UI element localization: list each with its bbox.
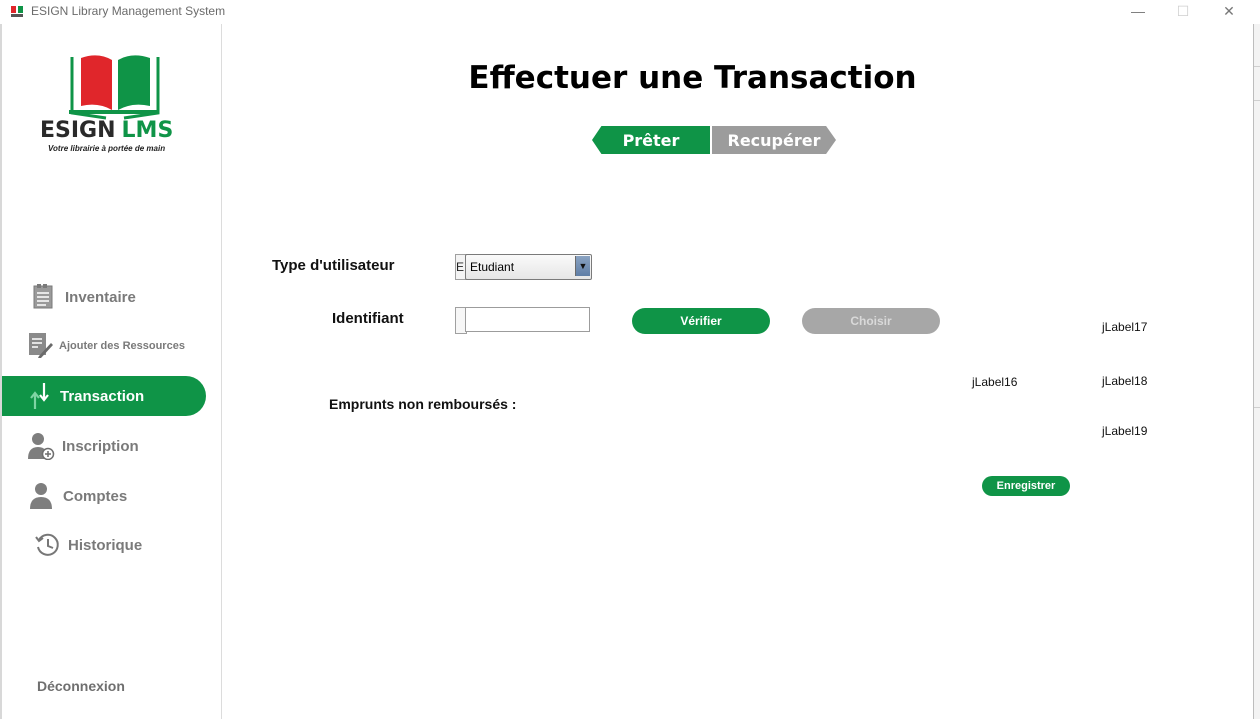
logo-brand-esign: ESIGN (40, 118, 116, 143)
add-user-icon (28, 433, 55, 460)
transfer-arrows-icon (30, 383, 49, 409)
tab-preter[interactable]: Prêter (592, 126, 710, 154)
sidebar-item-label: Historique (68, 536, 143, 554)
history-icon (35, 533, 59, 556)
identifier-input[interactable] (465, 307, 590, 332)
logo-tagline: Votre librairie à portée de main (48, 144, 166, 153)
sidebar-item-label: Inventaire (65, 288, 136, 306)
jlabel16: jLabel16 (972, 375, 1018, 389)
sidebar-divider (221, 24, 222, 719)
window-frame-right (1253, 24, 1254, 719)
maximize-button[interactable]: ☐ (1173, 2, 1193, 20)
jlabel18: jLabel18 (1102, 374, 1148, 388)
logo-brand-lms: LMS (121, 118, 174, 143)
page-title: Effectuer une Transaction (468, 60, 917, 96)
logo-brand: ESIGN LMS (40, 118, 173, 143)
unpaid-loans-label: Emprunts non remboursés : (329, 396, 517, 412)
sidebar-item-comptes[interactable]: Comptes (2, 476, 206, 516)
user-type-label: Type d'utilisateur (272, 257, 395, 274)
sidebar-item-historique[interactable]: Historique (2, 525, 206, 565)
window-title: ESIGN Library Management System (31, 4, 226, 18)
user-type-value: Etudiant (470, 260, 515, 274)
background-window-line (1254, 66, 1260, 67)
minimize-button[interactable]: — (1128, 2, 1148, 20)
sidebar-item-ajouter-des-ressources[interactable]: Ajouter des Ressources (2, 326, 206, 366)
sidebar-item-label: Comptes (63, 487, 128, 505)
user-icon (30, 483, 52, 509)
identifier-label: Identifiant (332, 310, 404, 327)
tab-recuperer[interactable]: Recupérer (712, 126, 836, 154)
user-type-select[interactable]: Etudiant ▼ (465, 254, 592, 280)
jlabel19: jLabel19 (1102, 424, 1148, 438)
logout-button[interactable]: Déconnexion (37, 678, 125, 694)
close-button[interactable]: ✕ (1219, 2, 1239, 20)
background-window-line (1254, 407, 1260, 408)
background-window-edge (1254, 24, 1260, 719)
sidebar-item-label: Inscription (62, 437, 139, 455)
edit-document-icon (29, 333, 53, 358)
window-titlebar: ESIGN Library Management System — ☐ ✕ (0, 0, 1260, 24)
chevron-down-icon[interactable]: ▼ (575, 256, 590, 276)
sidebar-item-transaction[interactable]: Transaction (2, 376, 206, 416)
sidebar-item-inventaire[interactable]: Inventaire (2, 277, 206, 317)
sidebar-item-inscription[interactable]: Inscription (2, 426, 206, 466)
verify-button[interactable]: Vérifier (632, 308, 770, 334)
choose-button[interactable]: Choisir (802, 308, 940, 334)
jlabel17: jLabel17 (1102, 320, 1148, 334)
save-button[interactable]: Enregistrer (982, 476, 1070, 496)
document-list-icon (33, 284, 53, 309)
sidebar-item-label: Transaction (60, 387, 145, 405)
background-window-line (1254, 100, 1260, 101)
sidebar-item-label: Ajouter des Ressources (59, 340, 185, 352)
app-icon (11, 6, 23, 17)
